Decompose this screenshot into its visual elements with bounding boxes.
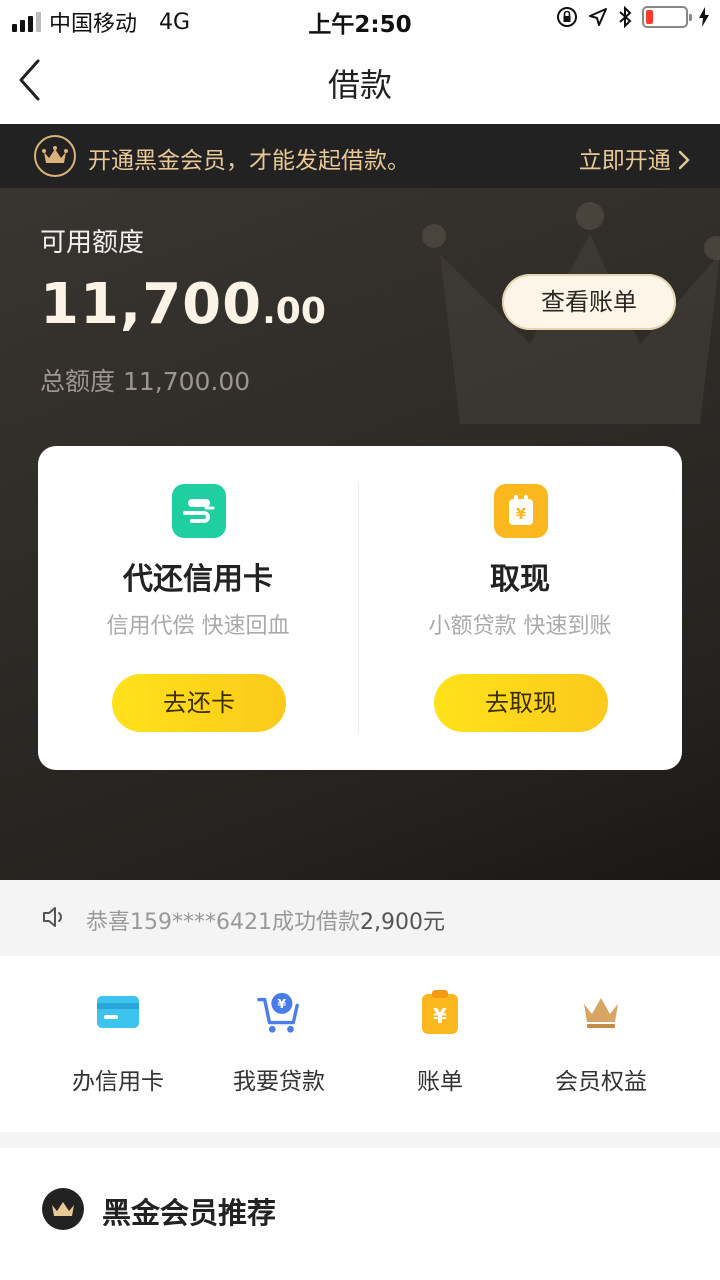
quick-menu-label: 我要贷款 — [233, 1069, 325, 1095]
repay-card-button[interactable]: 去还卡 — [112, 674, 286, 732]
section-title: 黑金会员推荐 — [102, 1196, 277, 1230]
withdraw-button[interactable]: 去取现 — [434, 674, 608, 732]
section-gap — [0, 1132, 720, 1148]
quick-menu-loan[interactable]: ¥ 我要贷款 — [199, 956, 359, 1132]
total-credit-label: 总额度 11,700.00 — [40, 367, 251, 396]
service-title: 取现 — [490, 562, 550, 597]
cash-withdraw-icon: ¥ — [494, 484, 548, 538]
quick-menu-bill[interactable]: ¥ 账单 — [360, 956, 520, 1132]
location-arrow-icon — [589, 8, 607, 26]
battery-icon — [642, 6, 692, 28]
member-banner[interactable]: 开通黑金会员，才能发起借款。 立即开通 — [0, 124, 720, 188]
card-divider — [358, 482, 359, 734]
notice-amount: 2,900元 — [359, 910, 445, 935]
member-recommend-section: 黑金会员推荐 — [0, 1148, 720, 1280]
open-membership-link[interactable]: 立即开通 — [579, 141, 690, 175]
credit-card-icon — [96, 990, 140, 1034]
chevron-right-icon — [678, 150, 690, 170]
orientation-lock-icon — [557, 7, 577, 27]
open-membership-label: 立即开通 — [578, 148, 678, 174]
svg-text:¥: ¥ — [278, 996, 287, 1011]
service-withdraw: ¥ 取现 小额贷款 快速到账 去取现 — [360, 446, 680, 770]
quick-menu: 办信用卡 ¥ 我要贷款 ¥ 账单 会员权益 — [0, 956, 720, 1132]
charging-bolt-icon — [699, 7, 709, 27]
status-right — [556, 6, 710, 28]
member-banner-text: 开通黑金会员，才能发起借款。 — [88, 148, 410, 174]
service-card: 代还信用卡 信用代偿 快速回血 去还卡 ¥ 取现 小额贷款 快速到账 去取现 — [38, 446, 682, 770]
loan-cart-icon: ¥ — [257, 990, 301, 1034]
bill-clipboard-icon: ¥ — [418, 990, 462, 1034]
loan-notice-text: 恭喜159****6421成功借款2,900元 — [86, 904, 445, 936]
credit-amount-decimal: .00 — [262, 291, 326, 332]
quick-menu-label: 账单 — [417, 1069, 463, 1095]
bluetooth-icon — [619, 6, 632, 28]
service-title: 代还信用卡 — [123, 562, 273, 597]
service-repay-card: 代还信用卡 信用代偿 快速回血 去还卡 — [38, 446, 358, 770]
crown-icon — [579, 990, 623, 1034]
quick-menu-label: 会员权益 — [555, 1069, 647, 1095]
quick-menu-member-benefits[interactable]: 会员权益 — [521, 956, 681, 1132]
crown-badge-icon — [34, 135, 76, 177]
crown-badge-icon — [42, 1188, 84, 1230]
page-title: 借款 — [327, 66, 392, 104]
notice-message: 恭喜159****6421成功借款 — [86, 910, 360, 935]
loan-notice-bar: 恭喜159****6421成功借款2,900元 — [0, 880, 720, 956]
battery-cap — [689, 14, 692, 21]
available-credit-label: 可用额度 — [40, 228, 145, 258]
nav-bar: 借款 — [0, 40, 720, 124]
credit-hero: 开通黑金会员，才能发起借款。 立即开通 可用额度 11,700.00 总额度 1… — [0, 124, 720, 880]
repay-card-icon — [172, 484, 226, 538]
view-bill-button[interactable]: 查看账单 — [502, 274, 676, 330]
loan-page: 中国移动 4G 上午2:50 借款 开通黑金会员，才能发起借款。 立即开通 可用… — [0, 0, 720, 1280]
service-subtitle: 信用代偿 快速回血 — [106, 614, 290, 639]
battery-fill — [646, 10, 653, 24]
svg-text:¥: ¥ — [433, 1004, 447, 1028]
credit-amount-integer: 11,700 — [40, 272, 263, 337]
quick-menu-label: 办信用卡 — [72, 1069, 164, 1095]
svg-text:¥: ¥ — [516, 505, 527, 523]
quick-menu-apply-card[interactable]: 办信用卡 — [38, 956, 198, 1132]
available-credit-amount: 11,700.00 — [40, 272, 326, 337]
service-subtitle: 小额贷款 快速到账 — [428, 614, 612, 639]
speaker-icon — [43, 907, 62, 927]
status-bar: 中国移动 4G 上午2:50 — [0, 0, 720, 40]
